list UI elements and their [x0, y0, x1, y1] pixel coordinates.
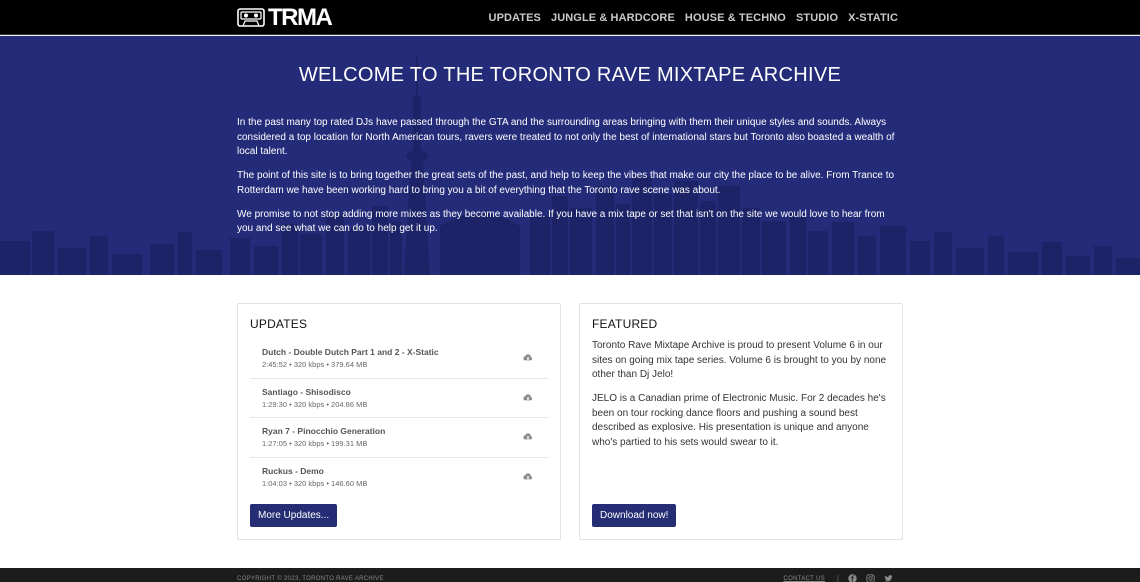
featured-paragraph: Toronto Rave Mixtape Archive is proud to…	[592, 340, 887, 380]
top-navbar: TRMA UPDATES JUNGLE & HARDCORE HOUSE & T…	[0, 0, 1140, 35]
site-footer: COPYRIGHT © 2023, TORONTO RAVE ARCHIVE C…	[0, 568, 1140, 582]
mix-title[interactable]: Ruckus - Demo	[262, 466, 324, 476]
site-logo[interactable]: TRMA	[237, 4, 333, 31]
updates-list: Dutch - Double Dutch Part 1 and 2 - X-St…	[250, 339, 549, 497]
cassette-icon	[237, 8, 265, 27]
featured-heading: FEATURED	[592, 317, 658, 331]
more-updates-button[interactable]: More Updates...	[250, 504, 338, 527]
cloud-download-icon[interactable]	[523, 393, 533, 403]
footer-links: CONTACT US |	[783, 574, 893, 582]
list-item[interactable]: Ruckus - Demo 1:04:03 • 320 kbps • 146.6…	[250, 458, 549, 498]
nav-house-techno[interactable]: HOUSE & TECHNO	[685, 12, 786, 24]
cloud-download-icon[interactable]	[523, 353, 533, 363]
list-item[interactable]: Santiago - Shisodisco 1:29:30 • 320 kbps…	[250, 379, 549, 418]
mix-meta: 1:29:30 • 320 kbps • 204.86 MB	[262, 399, 368, 409]
mix-meta: 1:04:03 • 320 kbps • 146.60 MB	[262, 478, 368, 488]
cloud-download-icon[interactable]	[523, 472, 533, 482]
hero-paragraph: The point of this site is to bring toget…	[237, 170, 895, 196]
nav-jungle-hardcore[interactable]: JUNGLE & HARDCORE	[551, 12, 675, 24]
list-item[interactable]: Ryan 7 - Pinocchio Generation 1:27:05 • …	[250, 418, 549, 458]
facebook-icon[interactable]	[848, 574, 857, 582]
logo-text: TRMA	[268, 4, 333, 31]
mix-meta: 2:45:52 • 320 kbps • 379.64 MB	[262, 360, 368, 369]
updates-heading: UPDATES	[250, 317, 308, 331]
instagram-icon[interactable]	[866, 574, 875, 582]
hero-section: WELCOME TO THE TORONTO RAVE MIXTAPE ARCH…	[0, 36, 1140, 275]
mix-title[interactable]: Ryan 7 - Pinocchio Generation	[262, 426, 385, 436]
footer-separator: |	[836, 574, 839, 582]
hero-intro: In the past many top rated DJs have pass…	[237, 116, 903, 246]
nav-updates[interactable]: UPDATES	[489, 12, 541, 24]
contact-us-link[interactable]: CONTACT US	[783, 576, 824, 582]
featured-card: FEATURED Toronto Rave Mixtape Archive is…	[579, 303, 903, 540]
hero-paragraph: In the past many top rated DJs have pass…	[237, 117, 895, 157]
hero-paragraph: We promise to not stop adding more mixes…	[237, 208, 885, 235]
nav-studio[interactable]: STUDIO	[796, 12, 838, 24]
updates-card: UPDATES Dutch - Double Dutch Part 1 and …	[237, 303, 561, 540]
copyright-text: COPYRIGHT © 2023, TORONTO RAVE ARCHIVE	[237, 576, 384, 582]
featured-description: Toronto Rave Mixtape Archive is proud to…	[592, 339, 894, 460]
list-item[interactable]: Dutch - Double Dutch Part 1 and 2 - X-St…	[250, 339, 549, 379]
mix-title[interactable]: Dutch - Double Dutch Part 1 and 2 - X-St…	[262, 347, 439, 357]
mix-title[interactable]: Santiago - Shisodisco	[262, 387, 351, 397]
hero-title: WELCOME TO THE TORONTO RAVE MIXTAPE ARCH…	[298, 64, 842, 86]
featured-paragraph: JELO is a Canadian prime of Electronic M…	[592, 393, 886, 448]
cloud-download-icon[interactable]	[523, 432, 533, 442]
mix-meta: 1:27:05 • 320 kbps • 199.31 MB	[262, 439, 368, 448]
main-nav: UPDATES JUNGLE & HARDCORE HOUSE & TECHNO…	[489, 0, 898, 35]
download-now-button[interactable]: Download now!	[592, 504, 677, 527]
twitter-icon[interactable]	[884, 574, 893, 582]
nav-x-static[interactable]: X-STATIC	[848, 12, 898, 24]
main-content: UPDATES Dutch - Double Dutch Part 1 and …	[0, 275, 1140, 568]
